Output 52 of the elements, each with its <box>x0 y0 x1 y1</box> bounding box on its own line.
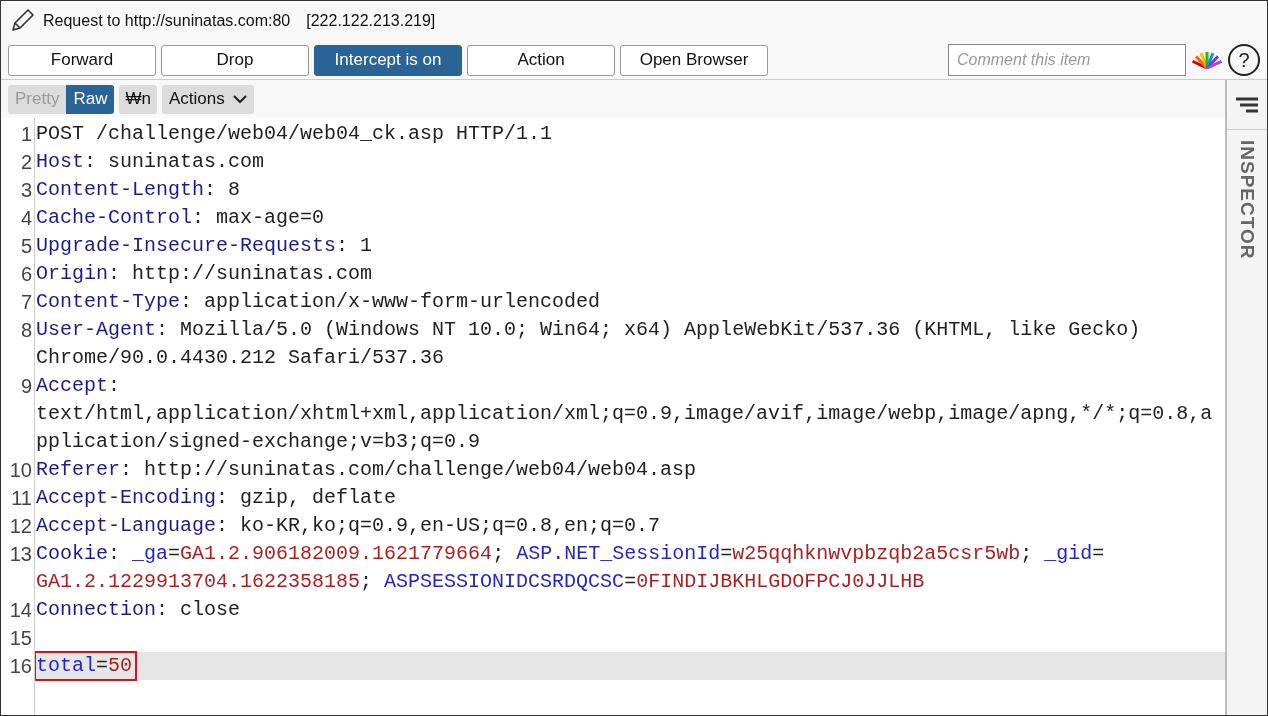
code-line: Origin: http://suninatas.com <box>36 261 373 287</box>
code-line: Accept: <box>36 373 121 399</box>
code-line: Accept-Language: ko-KR,ko;q=0.9,en-US;q=0.8,en;q=0.7 <box>36 513 661 539</box>
code-line: POST /challenge/web04/web04_ck.asp HTTP/1.1 <box>36 121 553 147</box>
toolbar-button[interactable]: Intercept is on <box>314 44 462 76</box>
code-line: GA1.2.1229913704.1622358185; ASPSESSIONIDCSRDQCSC=0FINDIJBKHLGDOFPCJ0JJLHB <box>36 569 925 595</box>
line-number: 8 <box>20 319 32 341</box>
code-line: Chrome/90.0.4430.212 Safari/537.36 <box>36 345 445 371</box>
menu-icon <box>1235 96 1259 113</box>
line-number: 2 <box>20 151 32 173</box>
comment-field[interactable]: Comment this item <box>948 44 1186 76</box>
line-number: 14 <box>9 599 32 621</box>
code-line: total=50 <box>36 653 136 679</box>
pencil-icon <box>9 8 35 34</box>
line-number: 4 <box>20 207 32 229</box>
line-number: 6 <box>20 263 32 285</box>
code-line: Referer: http://suninatas.com/challenge/web04/web04.asp <box>36 457 697 483</box>
code-line: Content-Length: 8 <box>36 177 241 203</box>
code-line: Content-Type: application/x-www-form-urlencoded <box>36 289 601 315</box>
code-line: text/html,application/xhtml+xml,application/xml;q=0.9,image/avif,image/webp,image/apng,*/*;q=0.8,a <box>36 401 1213 427</box>
help-button[interactable]: ? <box>1228 44 1260 76</box>
line-number: 11 <box>11 487 32 509</box>
line-number: 15 <box>9 627 32 649</box>
fan-logo-icon <box>1191 51 1223 69</box>
address-text: [222.122.213.219] <box>306 11 436 31</box>
inspector-tab[interactable]: INSPECTOR <box>1232 140 1262 260</box>
line-number: 10 <box>9 459 32 481</box>
view-tab[interactable]: Raw <box>66 84 115 114</box>
line-number: 12 <box>9 515 32 537</box>
actions-menu[interactable]: Actions <box>161 84 254 114</box>
code-line: pplication/signed-exchange;v=b3;q=0.9 <box>36 429 481 455</box>
line-number: 5 <box>20 235 32 257</box>
code-line: Upgrade-Insecure-Requests: 1 <box>36 233 373 259</box>
chevron-down-icon <box>232 94 247 104</box>
code-line: Cookie: _ga=GA1.2.906182009.1621779664; ASP.NET_SessionId=w25qqhknwvpbzqb2a5csr5wb; _gid= <box>36 541 1105 567</box>
line-number: 3 <box>20 179 32 201</box>
toolbar-button[interactable]: Drop <box>161 44 309 76</box>
code-line: Host: suninatas.com <box>36 149 265 175</box>
toolbar-button[interactable]: Action <box>467 44 615 76</box>
line-number: 1 <box>20 123 32 145</box>
toolbar-button[interactable]: Forward <box>8 44 156 76</box>
code-line: Cache-Control: max-age=0 <box>36 205 325 231</box>
line-number: 16 <box>9 655 32 677</box>
newline-toggle[interactable]: ₩n <box>119 84 157 114</box>
code-line: Connection: close <box>36 597 241 623</box>
line-number: 7 <box>20 291 32 313</box>
line-number: 13 <box>9 543 32 565</box>
toolbar-button[interactable]: Open Browser <box>620 44 768 76</box>
code-line: User-Agent: Mozilla/5.0 (Windows NT 10.0; Win64; x64) AppleWebKit/537.36 (KHTML, like Gecko) <box>36 317 1141 343</box>
line-number: 9 <box>20 375 32 397</box>
window-title: Request to http://suninatas.com:80 <box>43 11 291 31</box>
code-line: Accept-Encoding: gzip, deflate <box>36 485 397 511</box>
